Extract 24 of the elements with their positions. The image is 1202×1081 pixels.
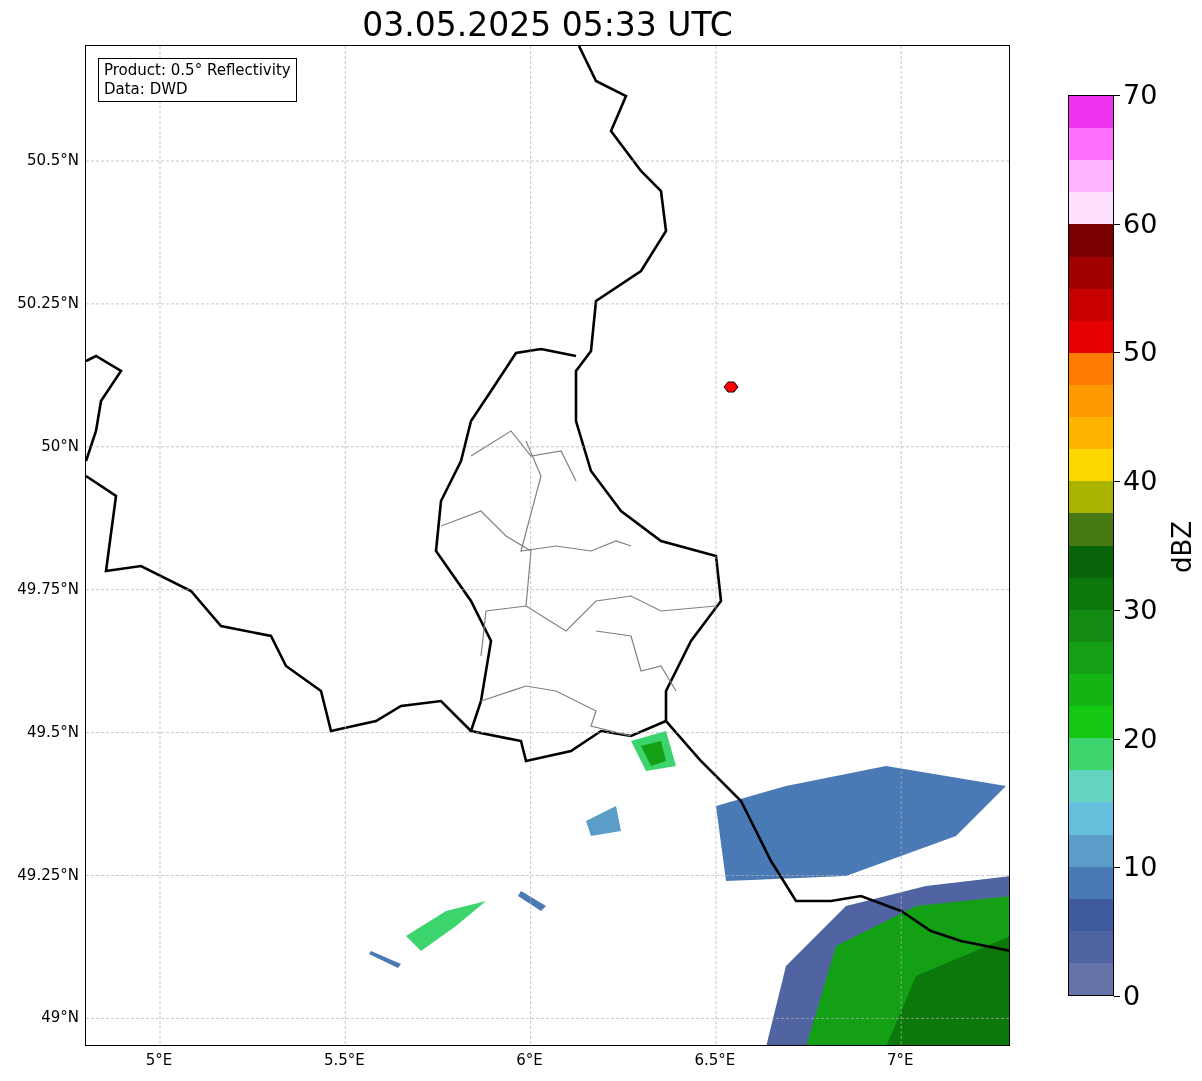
colorbar-tick-label: 40 xyxy=(1123,465,1158,498)
chart-title: 03.05.2025 05:33 UTC xyxy=(361,4,734,46)
colorbar-tick-label: 10 xyxy=(1123,851,1158,884)
latitude-label: 50.5°N xyxy=(26,151,79,169)
longitude-label: 7°E xyxy=(885,1051,915,1069)
colorbar-tick-label: 30 xyxy=(1123,593,1158,626)
colorbar-label: dBZ xyxy=(1166,519,1198,576)
latitude-label: 50.25°N xyxy=(17,293,79,312)
colorbar-tick-label: 60 xyxy=(1123,207,1158,240)
latitude-label: 49.75°N xyxy=(17,579,79,598)
latitude-label: 50°N xyxy=(41,436,79,455)
longitude-label: 5°E xyxy=(144,1051,174,1069)
longitude-label: 5.5°E xyxy=(322,1051,366,1069)
latitude-label: 49.5°N xyxy=(26,722,79,741)
legend-text: Product: 0.5° Reflectivity xyxy=(104,61,291,80)
colorbar-tick-label: 70 xyxy=(1123,79,1158,111)
longitude-label: 6°E xyxy=(515,1051,544,1069)
latitude-label: 49.25°N xyxy=(17,865,79,884)
legend-text: Data: DWD xyxy=(104,80,189,99)
colorbar-tick-label: 20 xyxy=(1123,722,1158,755)
longitude-label: 6.5°E xyxy=(693,1051,737,1069)
colorbar-tick-label: 50 xyxy=(1123,336,1158,369)
colorbar-tick-label: 0 xyxy=(1123,980,1141,1012)
latitude-label: 49°N xyxy=(41,1008,79,1027)
